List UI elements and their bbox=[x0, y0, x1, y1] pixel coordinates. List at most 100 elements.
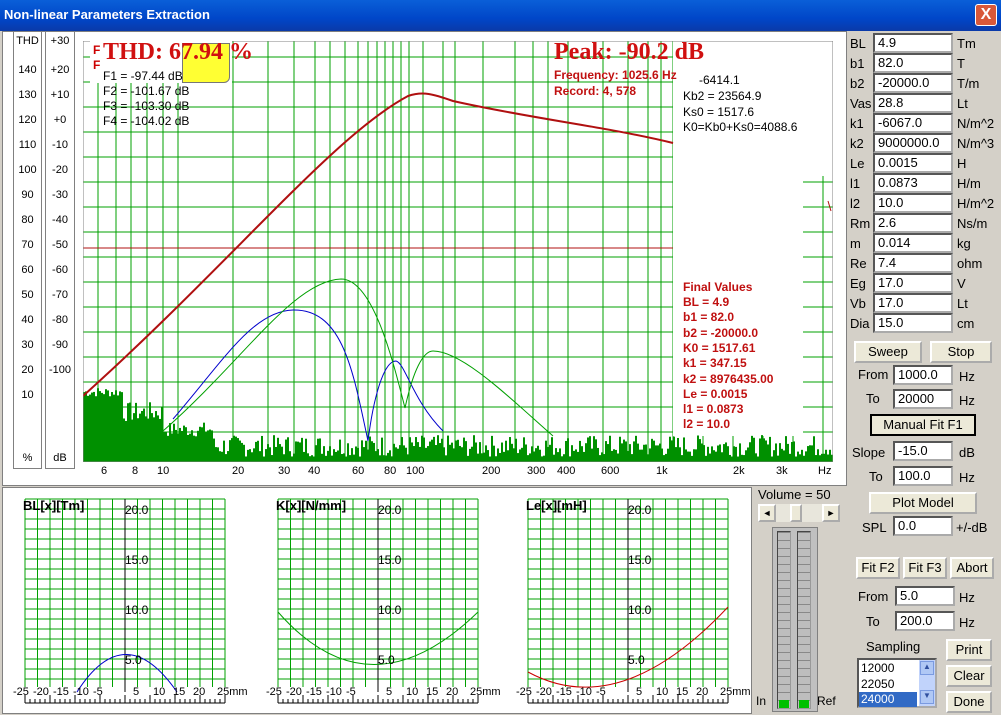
param-input[interactable]: 2.6 bbox=[873, 213, 953, 233]
param-label: b1 bbox=[850, 56, 865, 71]
param-unit: ohm bbox=[957, 256, 983, 271]
param-input[interactable]: 0.014 bbox=[873, 233, 953, 253]
db-tick: +20 bbox=[50, 64, 70, 76]
final-value: k1 = 347.15 bbox=[683, 356, 747, 371]
x-mm-label: -10 bbox=[576, 686, 592, 698]
y-label: 15.0 bbox=[125, 553, 149, 567]
x-mm-label: -5 bbox=[93, 686, 103, 698]
param-unit: cm bbox=[957, 316, 975, 331]
x-mm-label: -15 bbox=[53, 686, 69, 698]
param-input[interactable]: 28.8 bbox=[873, 93, 953, 113]
x-mm-label: 20 bbox=[696, 686, 709, 698]
volume-right-button[interactable]: ► bbox=[822, 504, 840, 522]
db-tick: +10 bbox=[50, 89, 70, 101]
x-axis-tick: 20 bbox=[232, 465, 245, 477]
ref-label: Ref bbox=[817, 694, 836, 708]
param-input[interactable]: -20000.0 bbox=[873, 73, 953, 93]
clear-button[interactable]: Clear bbox=[946, 665, 992, 687]
to-label: To bbox=[866, 391, 880, 406]
fit-f3-button[interactable]: Fit F3 bbox=[903, 557, 947, 579]
scroll-up-icon[interactable]: ▲ bbox=[920, 661, 934, 675]
param-unit: N/m^3 bbox=[957, 136, 995, 151]
sampling-option[interactable]: 12000 bbox=[861, 661, 894, 675]
y-label: 10.0 bbox=[125, 603, 149, 617]
to-unit: Hz bbox=[959, 393, 975, 408]
x-axis-tick: 8 bbox=[132, 465, 139, 477]
param-input[interactable]: 0.0873 bbox=[873, 173, 953, 193]
param-label: Le bbox=[850, 156, 865, 171]
close-button[interactable]: X bbox=[975, 4, 997, 26]
spl-input[interactable]: 0.0 bbox=[893, 516, 953, 536]
volume-thumb[interactable] bbox=[790, 504, 802, 522]
f-marker-1: F bbox=[93, 43, 101, 57]
abort-button[interactable]: Abort bbox=[950, 557, 994, 579]
displacement-plot-title: BL[x][Tm] bbox=[23, 498, 85, 513]
peak-readout: Peak: -90.2 dB bbox=[554, 39, 704, 65]
print-button[interactable]: Print bbox=[946, 639, 992, 661]
x-mm-label: 5 bbox=[386, 686, 393, 698]
x-mm-label: -25 bbox=[13, 686, 29, 698]
x-axis-tick: 80 bbox=[384, 465, 397, 477]
sampling-list[interactable]: 12000 22050 24000 ▲ ▼ bbox=[857, 658, 937, 708]
param-unit: V bbox=[957, 276, 966, 291]
sampling-option[interactable]: 22050 bbox=[861, 677, 894, 691]
sweep-button[interactable]: Sweep bbox=[854, 341, 922, 363]
spl-label: SPL bbox=[862, 520, 887, 535]
param-input[interactable]: 15.0 bbox=[873, 313, 953, 333]
in-meter-level bbox=[779, 700, 789, 708]
param-input[interactable]: 9000000.0 bbox=[873, 133, 953, 153]
y-label: 10.0 bbox=[378, 603, 402, 617]
param-input[interactable]: 0.0015 bbox=[873, 153, 953, 173]
volume-left-button[interactable]: ◄ bbox=[758, 504, 776, 522]
x-mm-label: 5 bbox=[636, 686, 643, 698]
volume-label: Volume = 50 bbox=[758, 487, 831, 502]
param-input[interactable]: -6067.0 bbox=[873, 113, 953, 133]
x-axis-tick: 100 bbox=[406, 465, 425, 477]
thd-tick: 20 bbox=[21, 364, 34, 376]
x-mm-label: 5 bbox=[133, 686, 140, 698]
x-mm-label: 25mm bbox=[217, 686, 248, 698]
param-input[interactable]: 82.0 bbox=[873, 53, 953, 73]
db-tick: -80 bbox=[52, 314, 68, 326]
f2-value: F2 = -101.67 dB bbox=[103, 84, 190, 98]
from-frequency-input[interactable]: 1000.0 bbox=[893, 365, 953, 385]
ref-meter-level bbox=[799, 700, 809, 708]
scroll-down-icon[interactable]: ▼ bbox=[920, 690, 934, 704]
slope-input[interactable]: -15.0 bbox=[893, 441, 953, 461]
x-mm-label: 15 bbox=[173, 686, 186, 698]
y-label: 15.0 bbox=[378, 553, 402, 567]
x-mm-label: 25mm bbox=[720, 686, 751, 698]
stop-button[interactable]: Stop bbox=[930, 341, 992, 363]
plot-model-button[interactable]: Plot Model bbox=[869, 492, 977, 514]
param-input[interactable]: 4.9 bbox=[873, 33, 953, 53]
param-input[interactable]: 10.0 bbox=[873, 193, 953, 213]
sampling-option-selected[interactable]: 24000 bbox=[859, 692, 917, 707]
param-unit: Lt bbox=[957, 296, 968, 311]
slope-label: Slope bbox=[852, 445, 886, 460]
to-frequency-input[interactable]: 20000 bbox=[893, 389, 953, 409]
param-input[interactable]: 7.4 bbox=[873, 253, 953, 273]
to3-input[interactable]: 200.0 bbox=[895, 611, 955, 631]
param-unit: N/m^2 bbox=[957, 116, 995, 131]
thd-tick: 10 bbox=[21, 389, 34, 401]
param-label: Dia bbox=[850, 316, 870, 331]
param-label: Eg bbox=[850, 276, 866, 291]
kb2-value: Kb2 = 23564.9 bbox=[683, 89, 762, 103]
from2-input[interactable]: 5.0 bbox=[895, 586, 955, 606]
x-axis-tick: 400 bbox=[557, 465, 576, 477]
to2-input[interactable]: 100.0 bbox=[893, 466, 953, 486]
sampling-scrollbar[interactable]: ▲ ▼ bbox=[919, 660, 935, 706]
db-tick: -100 bbox=[48, 364, 72, 376]
done-button[interactable]: Done bbox=[946, 691, 992, 713]
db-tick: -10 bbox=[52, 139, 68, 151]
fit-f2-button[interactable]: Fit F2 bbox=[856, 557, 900, 579]
thd-tick: 70 bbox=[21, 239, 34, 251]
x-mm-label: 10 bbox=[656, 686, 669, 698]
param-input[interactable]: 17.0 bbox=[873, 293, 953, 313]
db-tick: -20 bbox=[52, 164, 68, 176]
param-unit: Lt bbox=[957, 96, 968, 111]
x-axis-tick: 300 bbox=[527, 465, 546, 477]
manual-fit-button[interactable]: Manual Fit F1 bbox=[870, 414, 976, 436]
in-label: In bbox=[756, 694, 767, 708]
param-input[interactable]: 17.0 bbox=[873, 273, 953, 293]
